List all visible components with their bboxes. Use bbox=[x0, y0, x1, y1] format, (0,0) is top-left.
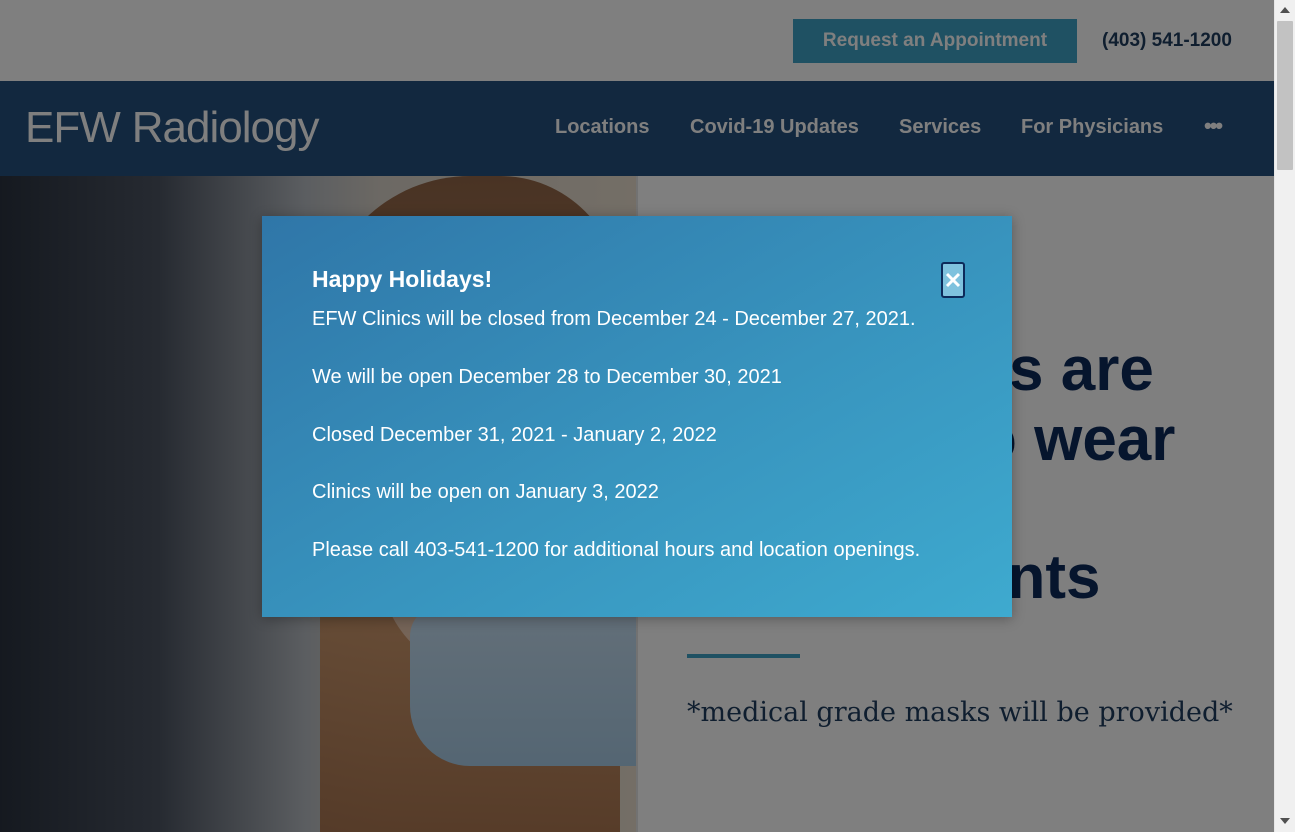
modal-line-call: Please call 403-541-1200 for additional … bbox=[312, 539, 921, 561]
arrow-up-icon[interactable] bbox=[1280, 7, 1290, 13]
modal-title: Happy Holidays! bbox=[312, 266, 493, 292]
modal-line-closed: EFW Clinics will be closed from December… bbox=[312, 308, 916, 330]
modal-line-open: We will be open December 28 to December … bbox=[312, 366, 782, 388]
scrollbar-thumb[interactable] bbox=[1277, 21, 1293, 170]
modal-line-closed-new-year: Closed December 31, 2021 - January 2, 20… bbox=[312, 424, 717, 446]
vertical-scrollbar[interactable] bbox=[1274, 0, 1295, 832]
modal-line-reopen: Clinics will be open on January 3, 2022 bbox=[312, 481, 659, 503]
holiday-modal: Happy Holidays! EFW Clinics will be clos… bbox=[262, 216, 1012, 617]
close-button[interactable] bbox=[941, 262, 965, 298]
close-icon bbox=[945, 272, 961, 288]
arrow-down-icon[interactable] bbox=[1280, 818, 1290, 824]
